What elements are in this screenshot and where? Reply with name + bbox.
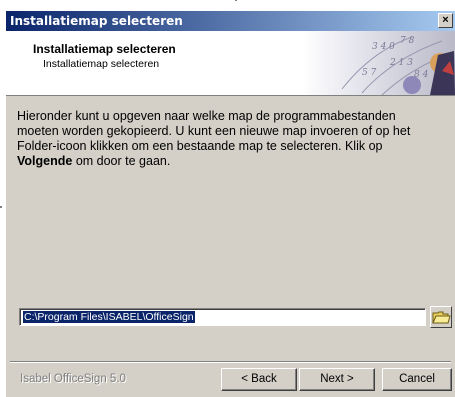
svg-text:3 4 0: 3 4 0: [372, 42, 395, 52]
edge-artifact: [0, 206, 2, 208]
footer-separator: [10, 361, 451, 363]
svg-text:2 1 3: 2 1 3: [389, 58, 413, 68]
close-button[interactable]: ×: [438, 13, 453, 28]
install-path-field[interactable]: C:\Program Files\ISABEL\OfficeSign: [19, 308, 426, 326]
svg-text:5 7: 5 7: [362, 68, 377, 78]
browse-folder-button[interactable]: [430, 306, 452, 328]
cancel-button[interactable]: Cancel: [382, 368, 452, 391]
instructions-line: Folder-icoon klikken om een bestaande ma…: [17, 139, 383, 153]
header-subtitle: Installatiemap selecteren: [43, 58, 160, 70]
header-title: Installatiemap selecteren: [33, 42, 176, 56]
next-button[interactable]: Next >: [299, 368, 375, 391]
close-icon: ×: [442, 14, 449, 26]
instructions-bold-word: Volgende: [17, 154, 73, 168]
folder-icon: [432, 311, 451, 324]
product-branding: Isabel OfficeSign 5.0: [20, 373, 126, 385]
svg-text:7 8: 7 8: [400, 36, 415, 46]
header-banner-image: 3 4 07 8 2 1 38 4 5 7: [302, 31, 455, 95]
install-path-value: C:\Program Files\ISABEL\OfficeSign: [23, 311, 195, 323]
window-title: Installatiemap selecteren: [10, 14, 183, 28]
installer-window: Installatiemap selecteren × Installatiem…: [6, 11, 455, 397]
instructions-line: moeten worden gekopieerd. U kunt een nie…: [17, 124, 411, 138]
back-button[interactable]: < Back: [221, 368, 297, 391]
instructions-line: Hieronder kunt u opgeven naar welke map …: [17, 109, 396, 123]
instructions-line: om door te gaan.: [72, 154, 171, 168]
instructions-text: Hieronder kunt u opgeven naar welke map …: [17, 109, 437, 169]
wizard-header: Installatiemap selecteren Installatiemap…: [6, 31, 455, 96]
title-bar[interactable]: Installatiemap selecteren ×: [6, 11, 455, 31]
next-button-label: Next >: [320, 373, 354, 385]
edge-artifact: [235, 0, 237, 1]
